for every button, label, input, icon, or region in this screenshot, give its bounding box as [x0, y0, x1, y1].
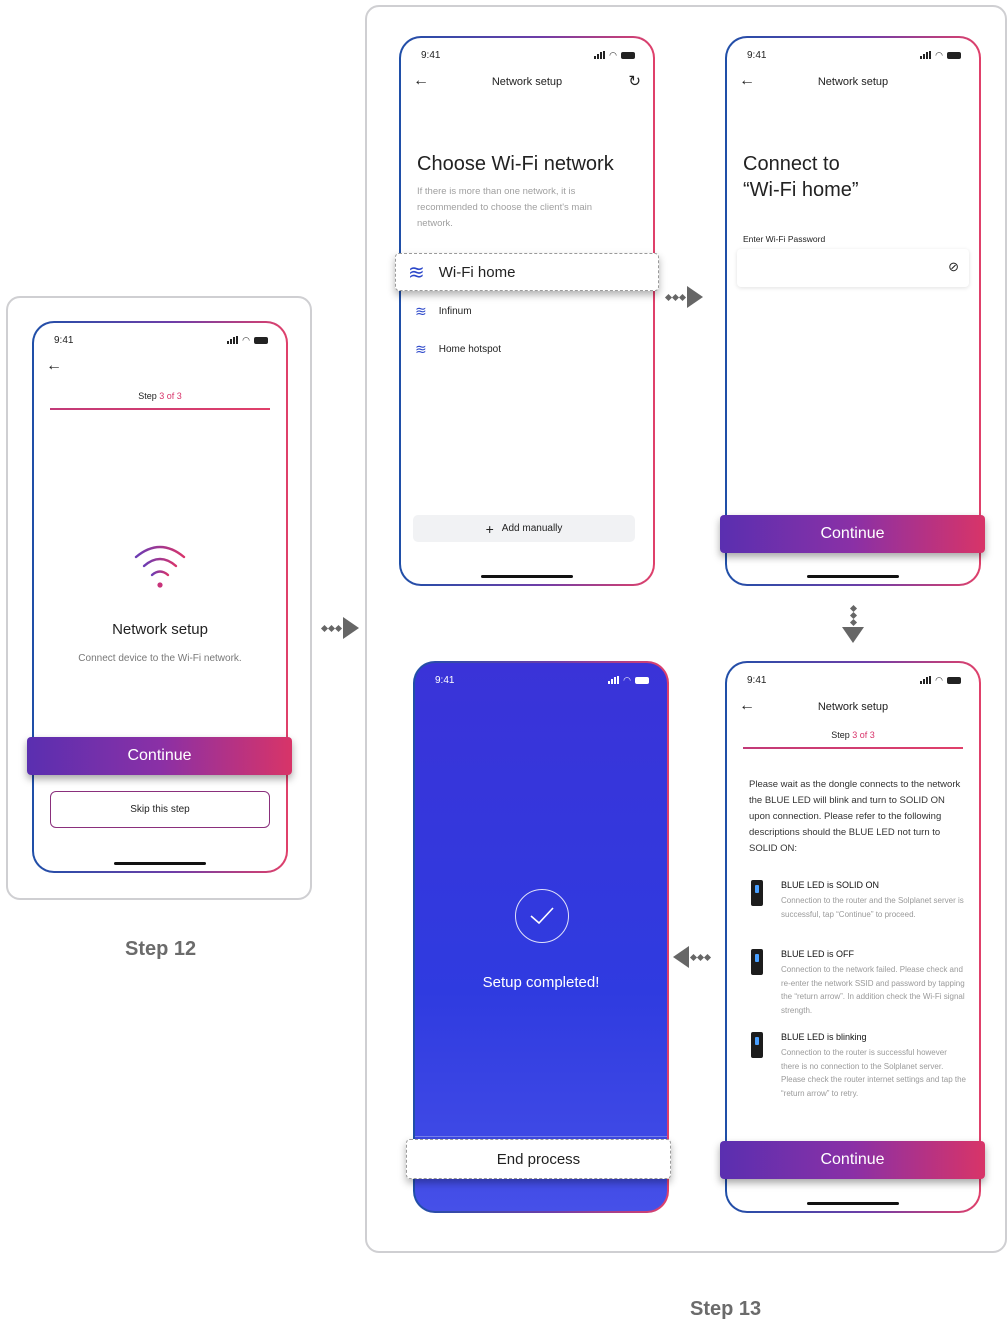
led-title: BLUE LED is blinking — [781, 1032, 867, 1042]
wifi-status-icon: ◠ — [623, 674, 631, 685]
status-time: 9:41 — [747, 674, 767, 686]
plus-icon: + — [485, 520, 494, 537]
bottom-divider — [415, 1136, 667, 1137]
status-bar: 9:41 ◠ — [747, 48, 961, 62]
phone-connect: 9:41 ◠ ← Network setup Connect to “Wi-Fi… — [725, 36, 981, 586]
screen-header: Network setup — [817, 76, 889, 88]
wifi-status-icon: ◠ — [609, 49, 617, 60]
phone-intro: 9:41 ◠ ← Step 3 of 3 Network setup Conne… — [32, 321, 288, 873]
home-indicator — [807, 1202, 899, 1205]
flow-arrow-right — [664, 286, 703, 308]
step-indicator: Step 3 of 3 — [727, 730, 979, 740]
choose-title: Choose Wi-Fi network — [417, 153, 614, 175]
home-indicator — [807, 575, 899, 578]
password-input[interactable]: ⊘ — [737, 249, 969, 287]
step-prefix: Step — [138, 391, 160, 401]
network-name: Home hotspot — [438, 344, 501, 355]
continue-button[interactable]: Continue — [720, 515, 985, 553]
signal-icon — [594, 51, 606, 59]
phone-choose-network: 9:41 ◠ ← Network setup ↻ Choose Wi-Fi ne… — [399, 36, 655, 586]
signal-icon — [608, 676, 620, 684]
signal-icon — [227, 336, 239, 344]
flow-arrow-down — [842, 604, 864, 643]
phone-led-status: 9:41 ◠ ← Network setup Step 3 of 3 Pleas… — [725, 661, 981, 1213]
step12-caption: Step 12 — [125, 938, 197, 960]
intro-subtitle: Connect device to the Wi-Fi network. — [78, 653, 242, 664]
network-item-wifi-home-selected[interactable]: ≋ Wi-Fi home — [395, 253, 659, 291]
progress-rule — [50, 408, 270, 410]
status-bar: 9:41 ◠ — [747, 673, 961, 687]
battery-icon — [635, 676, 649, 684]
led-desc: Connection to the router is successful h… — [781, 1048, 967, 1098]
wifi-icon: ≋ — [415, 341, 427, 357]
wifi-status-icon: ◠ — [935, 674, 943, 685]
led-blinking: BLUE LED is blinking Connection to the r… — [751, 1032, 967, 1118]
add-manually-button[interactable]: + Add manually — [413, 515, 635, 542]
connect-title-line1: Connect to — [743, 153, 840, 175]
led-title: BLUE LED is SOLID ON — [781, 880, 880, 890]
step-current: 3 of 3 — [159, 391, 182, 401]
wifi-large-icon — [130, 541, 190, 591]
connect-title-line2: “Wi-Fi home” — [743, 179, 859, 201]
wait-intro: Please wait as the dongle connects to th… — [749, 779, 961, 854]
completed-message: Setup completed! — [482, 974, 600, 991]
status-time: 9:41 — [421, 49, 441, 61]
flow-arrow-right — [320, 617, 359, 639]
signal-icon — [920, 676, 932, 684]
home-indicator — [114, 862, 206, 865]
network-name: Infinum — [438, 306, 472, 317]
network-item-infinum[interactable]: ≋ Infinum — [415, 303, 472, 320]
checkmark-circle-icon — [515, 889, 569, 943]
phone-setup-completed: 9:41 ◠ Setup completed! — [413, 661, 669, 1213]
dongle-icon — [751, 949, 763, 975]
home-indicator — [481, 575, 573, 578]
back-arrow-icon[interactable]: ← — [46, 357, 62, 375]
led-solid-on: BLUE LED is SOLID ON Connection to the r… — [751, 880, 967, 940]
step-indicator: Step 3 of 3 — [34, 391, 286, 401]
progress-rule — [743, 747, 963, 749]
status-bar: 9:41 ◠ — [54, 333, 268, 347]
status-bar: 9:41 ◠ — [435, 673, 649, 687]
signal-icon — [920, 51, 932, 59]
led-title: BLUE LED is OFF — [781, 949, 855, 959]
status-time: 9:41 — [747, 49, 767, 61]
network-name: Wi-Fi home — [438, 263, 516, 281]
wifi-status-icon: ◠ — [242, 334, 250, 345]
step13-caption: Step 13 — [690, 1298, 762, 1320]
status-time: 9:41 — [435, 674, 455, 686]
continue-button[interactable]: Continue — [720, 1141, 985, 1179]
dongle-icon — [751, 880, 763, 906]
intro-title: Network setup — [112, 621, 208, 638]
skip-button[interactable]: Skip this step — [50, 791, 270, 828]
refresh-icon[interactable]: ↻ — [628, 72, 641, 90]
continue-button[interactable]: Continue — [27, 737, 292, 775]
choose-description: If there is more than one network, it is… — [417, 186, 593, 229]
wifi-status-icon: ◠ — [935, 49, 943, 60]
add-manually-label: Add manually — [501, 523, 563, 534]
wifi-icon: ≋ — [415, 303, 427, 319]
end-process-button[interactable]: End process — [406, 1139, 671, 1179]
eye-off-icon[interactable]: ⊘ — [948, 259, 959, 275]
password-label: Enter Wi-Fi Password — [743, 234, 826, 244]
screen-header: Network setup — [491, 76, 563, 88]
network-item-home-hotspot[interactable]: ≋ Home hotspot — [415, 341, 501, 358]
screen-header: Network setup — [817, 701, 889, 713]
step-current: 3 of 3 — [852, 730, 875, 740]
battery-icon — [947, 676, 961, 684]
battery-icon — [947, 51, 961, 59]
led-desc: Connection to the router and the Solplan… — [781, 896, 964, 919]
status-time: 9:41 — [54, 334, 74, 346]
flow-arrow-left — [673, 946, 712, 968]
led-off: BLUE LED is OFF Connection to the networ… — [751, 949, 967, 1021]
battery-icon — [254, 336, 268, 344]
led-desc: Connection to the network failed. Please… — [781, 965, 965, 1015]
battery-icon — [621, 51, 635, 59]
status-bar: 9:41 ◠ — [421, 48, 635, 62]
wifi-icon: ≋ — [408, 261, 425, 284]
dongle-icon — [751, 1032, 763, 1058]
step-prefix: Step — [831, 730, 853, 740]
